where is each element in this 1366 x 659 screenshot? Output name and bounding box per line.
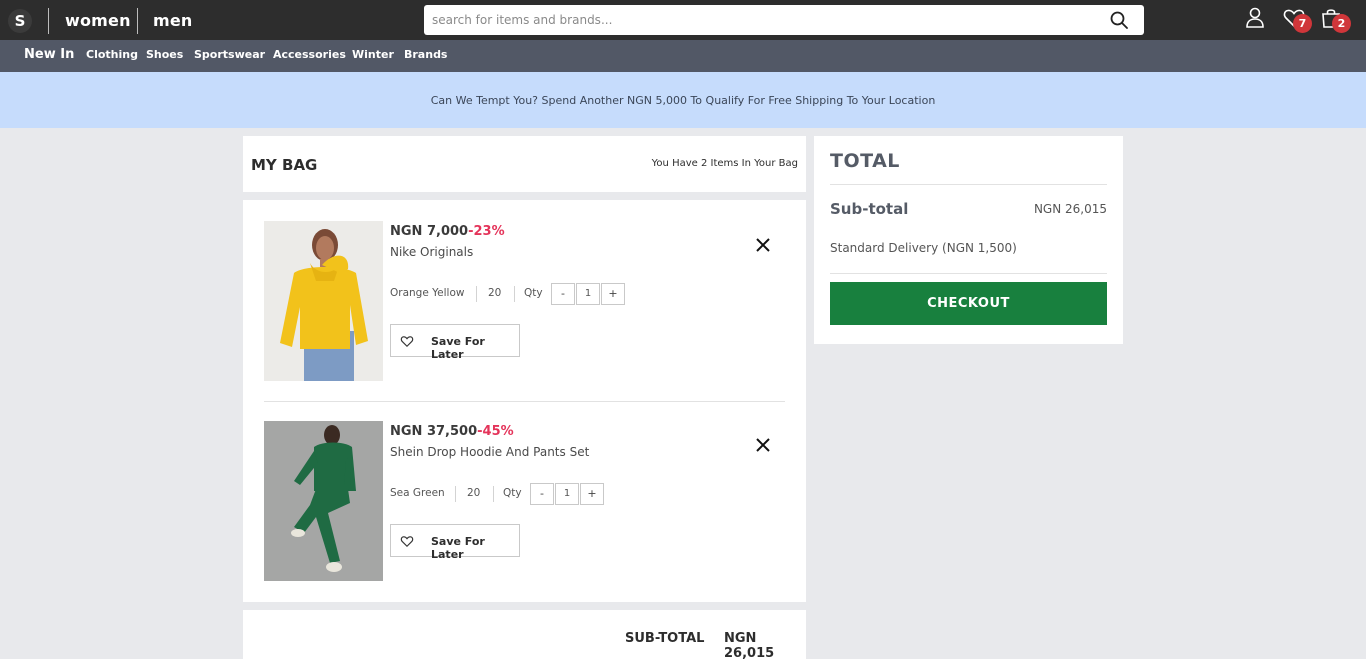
item-discount: -23% — [468, 224, 505, 239]
nav-item-clothing[interactable]: Clothing — [86, 48, 138, 61]
close-icon[interactable] — [754, 436, 772, 454]
search-icon[interactable] — [1110, 11, 1128, 29]
bag-title: MY BAG — [251, 156, 318, 174]
subtotal-value: NGN 26,015 — [724, 631, 775, 659]
header-divider — [137, 8, 138, 34]
qty-decrease-button[interactable]: - — [551, 283, 575, 305]
item-name[interactable]: Nike Originals — [390, 245, 473, 259]
item-price: NGN 7,000-23% — [390, 224, 505, 239]
heart-icon — [400, 336, 414, 348]
bag-header: MY BAG You Have 2 Items In Your Bag — [243, 136, 806, 192]
item-color: Sea Green — [390, 487, 445, 499]
nav-item-accessories[interactable]: Accessories — [273, 48, 346, 61]
top-header: S women men 7 2 — [0, 0, 1366, 40]
women-link[interactable]: women — [65, 11, 131, 30]
total-subtotal-label: Sub-total — [830, 200, 909, 218]
heart-icon — [400, 536, 414, 548]
item-name[interactable]: Shein Drop Hoodie And Pants Set — [390, 445, 589, 459]
promo-banner: Can We Tempt You? Spend Another NGN 5,00… — [0, 72, 1366, 128]
save-for-later-label: Save For Later — [431, 335, 485, 361]
men-link[interactable]: men — [153, 11, 193, 30]
total-title: TOTAL — [830, 150, 900, 172]
close-icon[interactable] — [754, 236, 772, 254]
meta-divider — [476, 286, 477, 302]
item-size[interactable]: 20 — [467, 487, 480, 499]
meta-divider — [455, 486, 456, 502]
search-bar — [424, 5, 1144, 35]
bag-subtotal-panel: SUB-TOTAL NGN 26,015 — [243, 610, 806, 659]
total-subtotal-value: NGN 26,015 — [1033, 202, 1107, 216]
delivery-option: Standard Delivery (NGN 1,500) — [830, 241, 1017, 255]
qty-label: Qty — [503, 487, 522, 499]
bag-item-count: You Have 2 Items In Your Bag — [651, 158, 798, 169]
promo-text: Can We Tempt You? Spend Another NGN 5,00… — [430, 94, 936, 107]
product-image[interactable] — [264, 421, 383, 581]
qty-decrease-button[interactable]: - — [530, 483, 554, 505]
save-for-later-button[interactable]: Save For Later — [390, 324, 520, 361]
item-divider — [264, 401, 785, 402]
nav-item-brands[interactable]: Brands — [404, 48, 447, 61]
site-logo[interactable]: S — [8, 9, 32, 33]
account-icon[interactable] — [1243, 6, 1267, 30]
product-image[interactable] — [264, 221, 383, 381]
save-for-later-label: Save For Later — [431, 535, 485, 561]
item-color: Orange Yellow — [390, 287, 465, 299]
item-price: NGN 37,500-45% — [390, 424, 514, 439]
item-price-value: NGN 7,000 — [390, 224, 469, 239]
nav-item-winter[interactable]: Winter — [352, 48, 394, 61]
qty-label: Qty — [524, 287, 543, 299]
qty-increase-button[interactable]: + — [580, 483, 604, 505]
total-divider — [830, 273, 1107, 274]
item-price-value: NGN 37,500 — [390, 424, 478, 439]
checkout-button[interactable]: CHECKOUT — [830, 282, 1107, 325]
qty-value: 1 — [555, 483, 579, 505]
qty-value: 1 — [576, 283, 600, 305]
total-divider — [830, 184, 1107, 185]
subtotal-label: SUB-TOTAL — [625, 631, 705, 646]
nav-item-sportswear[interactable]: Sportswear — [194, 48, 265, 61]
item-discount: -45% — [477, 424, 514, 439]
save-for-later-button[interactable]: Save For Later — [390, 524, 520, 561]
bag-count-badge: 2 — [1332, 14, 1351, 33]
category-nav: New In Clothing Shoes Sportswear Accesso… — [0, 40, 1366, 72]
wishlist-count-badge: 7 — [1293, 14, 1312, 33]
bag-items-panel: NGN 7,000-23% Nike Originals Orange Yell… — [243, 200, 806, 602]
total-panel: TOTAL Sub-total NGN 26,015 Standard Deli… — [814, 136, 1123, 344]
meta-divider — [493, 486, 494, 502]
nav-item-shoes[interactable]: Shoes — [146, 48, 183, 61]
nav-item-new-in[interactable]: New In — [24, 47, 74, 62]
qty-increase-button[interactable]: + — [601, 283, 625, 305]
header-divider — [48, 8, 49, 34]
meta-divider — [514, 286, 515, 302]
item-size[interactable]: 20 — [488, 287, 501, 299]
search-input[interactable] — [424, 5, 1104, 35]
